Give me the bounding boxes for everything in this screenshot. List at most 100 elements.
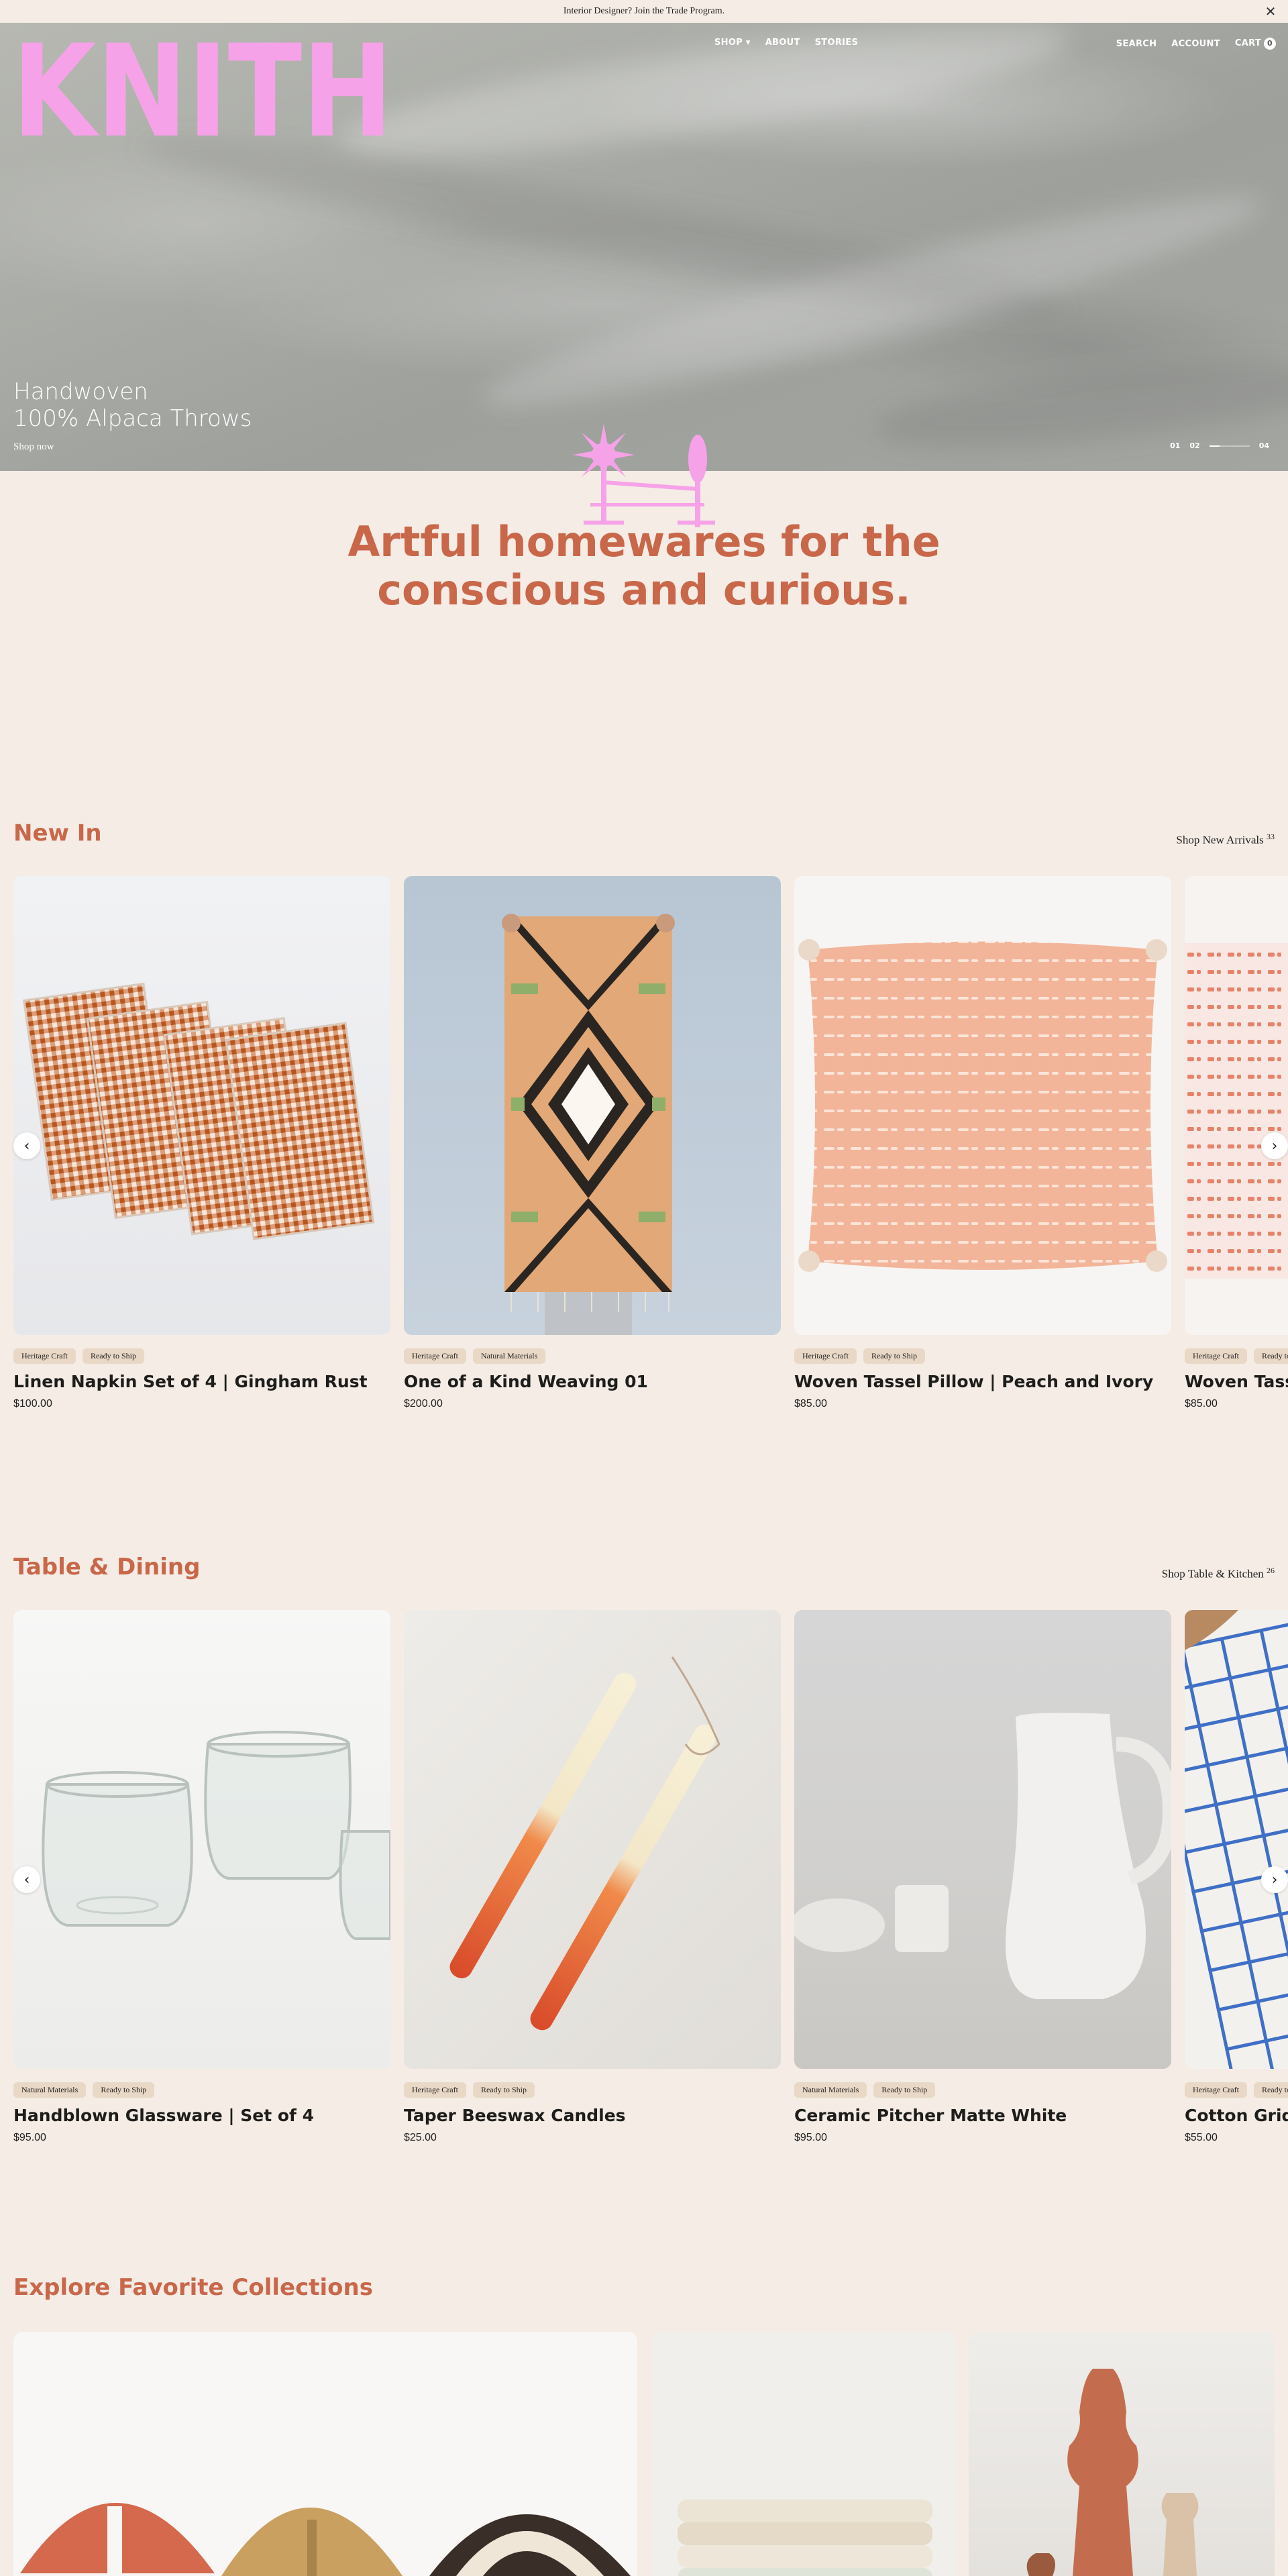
product-tags: Natural Materials Ready to Ship (794, 2082, 1171, 2098)
product-tags: Heritage Craft Ready to Ship (1185, 1348, 1288, 1364)
shop-table-kitchen-label: Shop Table & Kitchen (1161, 1567, 1264, 1580)
product-card[interactable]: Heritage Craft Ready to Ship Taper Beesw… (404, 1610, 781, 2144)
hero-banner: KNITH SHOP ▾ ABOUT STORIES SEARCH ACCOUN… (0, 23, 1288, 471)
fans-image (20, 2503, 631, 2576)
product-name[interactable]: Handblown Glassware | Set of 4 (13, 2106, 390, 2125)
nav-search[interactable]: SEARCH (1116, 39, 1157, 49)
vases-image (1026, 2369, 1199, 2576)
tag: Ready to Ship (1253, 1348, 1288, 1364)
product-price: $200.00 (404, 1398, 443, 1409)
product-tags: Heritage Craft Natural Materials (404, 1348, 781, 1364)
tag: Ready to Ship (863, 1348, 925, 1364)
product-name[interactable]: Woven Tassel Pillow (1185, 1372, 1288, 1391)
product-price: $85.00 (1185, 1398, 1218, 1409)
announcement-bar: Interior Designer? Join the Trade Progra… (0, 0, 1288, 23)
product-tags: Heritage Craft Ready to Ship (404, 2082, 781, 2098)
tag: Heritage Craft (1185, 2082, 1247, 2098)
product-price: $85.00 (794, 1398, 827, 1409)
tag: Heritage Craft (794, 1348, 857, 1364)
tag: Ready to Ship (873, 2082, 936, 2098)
product-name[interactable]: Linen Napkin Set of 4 | Gingham Rust (13, 1372, 390, 1391)
new-in-title: New In (13, 820, 102, 847)
tag: Ready to Ship (472, 2082, 535, 2098)
product-image[interactable] (13, 876, 390, 1335)
carousel-prev-arrow-icon[interactable]: ‹ (13, 1132, 40, 1159)
product-price: $100.00 (13, 1398, 52, 1409)
product-image[interactable] (1185, 1610, 1288, 2069)
hero-title: Handwoven 100% Alpaca Throws (13, 378, 252, 432)
product-tags: Natural Materials Ready to Ship (13, 2082, 390, 2098)
product-name[interactable]: Woven Tassel Pillow | Peach and Ivory (794, 1372, 1171, 1391)
nav-stories[interactable]: STORIES (815, 38, 858, 48)
pink-pillow-image (1185, 943, 1288, 1279)
product-card[interactable]: Natural Materials Ready to Ship Ceramic … (794, 1610, 1171, 2144)
knith-logo[interactable]: KNITH (12, 36, 393, 144)
nav-account[interactable]: ACCOUNT (1171, 39, 1220, 49)
carousel-next-arrow-icon[interactable]: › (1261, 1866, 1288, 1893)
product-card[interactable]: Heritage Craft Ready to Ship Woven Tasse… (794, 876, 1171, 1410)
nav-cart[interactable]: CART 0 (1235, 38, 1276, 50)
new-in-carousel: Heritage Craft Ready to Ship Linen Napki… (13, 876, 1288, 1413)
product-tags: Heritage Craft Ready to Ship (1185, 2082, 1288, 2098)
shop-new-arrivals-label: Shop New Arrivals (1176, 833, 1264, 847)
product-name[interactable]: Cotton Grid Napkins (1185, 2106, 1288, 2125)
carousel-prev-arrow-icon[interactable]: ‹ (13, 1866, 40, 1893)
grid-napkins-image (1185, 1610, 1288, 2069)
product-price: $95.00 (794, 2132, 827, 2143)
collection-card-fans[interactable] (13, 2332, 637, 2576)
product-image[interactable] (794, 876, 1171, 1335)
main-nav: SHOP ▾ ABOUT STORIES (714, 38, 858, 48)
slide-total[interactable]: 04 (1259, 441, 1269, 450)
new-arrivals-count: 33 (1267, 832, 1275, 841)
slide-progress (1209, 445, 1250, 447)
candles-image (449, 1656, 720, 2031)
pitcher-image (794, 1713, 1171, 1999)
announcement-text[interactable]: Interior Designer? Join the Trade Progra… (564, 6, 724, 17)
product-name[interactable]: Ceramic Pitcher Matte White (794, 2106, 1171, 2125)
shop-new-arrivals-link[interactable]: Shop New Arrivals 33 (1176, 832, 1275, 847)
product-image[interactable] (13, 1610, 390, 2069)
shop-table-kitchen-link[interactable]: Shop Table & Kitchen 26 (1162, 1566, 1275, 1581)
product-name[interactable]: Taper Beeswax Candles (404, 2106, 781, 2125)
utility-nav: SEARCH ACCOUNT CART 0 (1116, 38, 1276, 50)
product-card[interactable]: Natural Materials Ready to Ship Handblow… (13, 1610, 390, 2144)
tag: Heritage Craft (404, 2082, 466, 2098)
table-dining-carousel: Natural Materials Ready to Ship Handblow… (13, 1610, 1288, 2147)
tag: Ready to Ship (93, 2082, 155, 2098)
nav-about[interactable]: ABOUT (765, 38, 800, 48)
hero-shop-now-link[interactable]: Shop now (13, 441, 54, 453)
collection-card-vases[interactable] (969, 2332, 1275, 2576)
hero-title-line2: 100% Alpaca Throws (13, 405, 252, 432)
product-price: $25.00 (404, 2132, 437, 2143)
tag: Ready to Ship (1253, 2082, 1288, 2098)
cart-count-badge: 0 (1264, 38, 1276, 50)
tag: Heritage Craft (13, 1348, 76, 1364)
slide-progress-fill (1209, 445, 1220, 447)
product-name[interactable]: One of a Kind Weaving 01 (404, 1372, 781, 1391)
product-card[interactable]: Heritage Craft Natural Materials One of … (404, 876, 781, 1410)
slide-next[interactable]: 02 (1189, 441, 1199, 450)
tag: Heritage Craft (1185, 1348, 1247, 1364)
hero-title-line1: Handwoven (13, 378, 148, 405)
loom-illustration (573, 424, 715, 527)
slide-current[interactable]: 01 (1170, 441, 1180, 450)
close-icon[interactable]: ✕ (1263, 3, 1279, 19)
product-tags: Heritage Craft Ready to Ship (13, 1348, 390, 1364)
collection-card-throws[interactable] (651, 2332, 955, 2576)
nav-shop[interactable]: SHOP ▾ (714, 38, 751, 48)
tag: Natural Materials (13, 2082, 87, 2098)
product-image[interactable] (404, 876, 781, 1335)
tagline: Artful homewares for the conscious and c… (0, 518, 1288, 614)
throws-image (678, 2500, 932, 2576)
product-tags: Heritage Craft Ready to Ship (794, 1348, 1171, 1364)
tag: Natural Materials (794, 2082, 867, 2098)
product-image[interactable] (1185, 876, 1288, 1335)
product-image[interactable] (794, 1610, 1171, 2069)
table-dining-title: Table & Dining (13, 1554, 201, 1580)
product-image[interactable] (404, 1610, 781, 2069)
glassware-image (42, 1731, 390, 1940)
product-card[interactable]: Heritage Craft Ready to Ship Linen Napki… (13, 876, 390, 1410)
carousel-next-arrow-icon[interactable]: › (1261, 1132, 1288, 1159)
cart-label: CART (1234, 38, 1261, 48)
tag: Natural Materials (472, 1348, 546, 1364)
